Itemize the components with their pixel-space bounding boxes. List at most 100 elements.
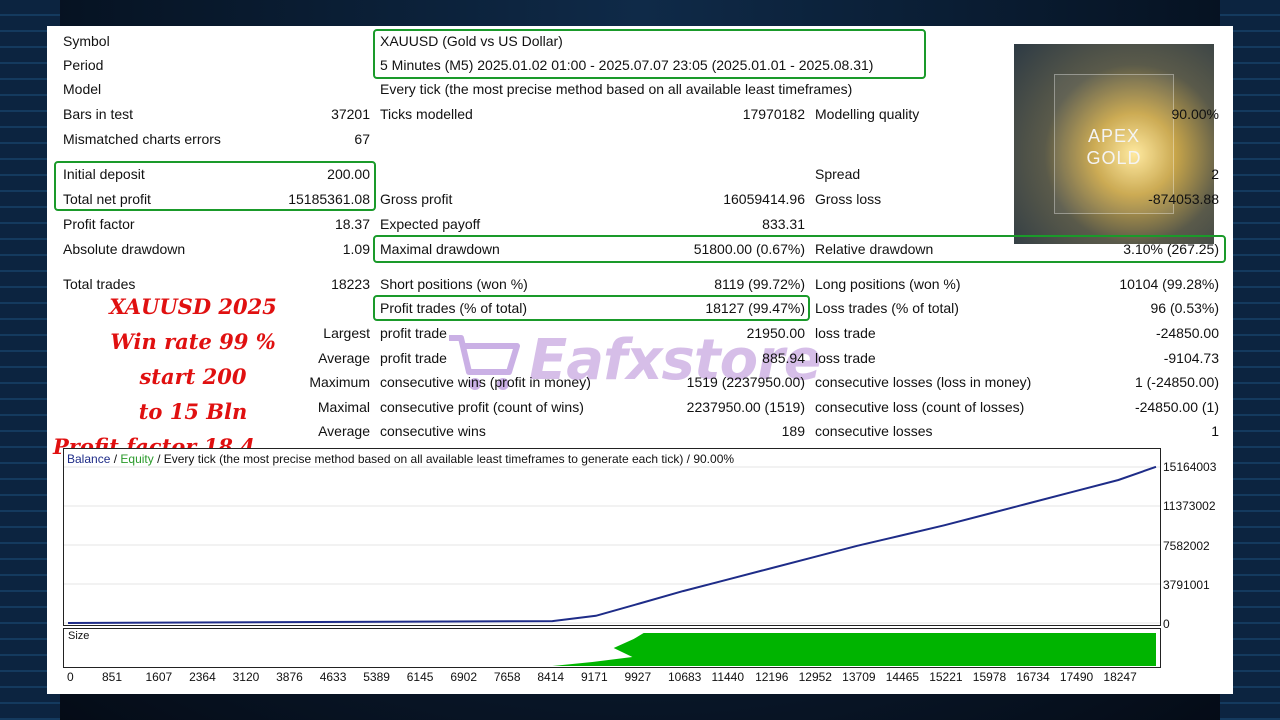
size-chart-frame bbox=[63, 628, 1161, 668]
label-profit-trades: Profit trades (% of total) bbox=[380, 300, 528, 316]
x-tick-label: 5389 bbox=[363, 670, 390, 684]
label-average-loss: loss trade bbox=[815, 350, 876, 366]
legend-balance: Balance bbox=[67, 452, 111, 466]
value-average-consecutive-losses: 1 bbox=[1211, 423, 1219, 439]
label-largest-profit: profit trade bbox=[380, 325, 447, 341]
label-expected-payoff: Expected payoff bbox=[380, 216, 481, 232]
value-maximum-wins: 1519 (2237950.00) bbox=[686, 374, 805, 390]
legend-equity: Equity bbox=[120, 452, 154, 466]
value-maximum-losses: 1 (-24850.00) bbox=[1134, 374, 1219, 390]
value-total-net-profit: 15185361.08 bbox=[288, 191, 370, 207]
x-tick-label: 18247 bbox=[1103, 670, 1137, 684]
label-loss-trades: Loss trades (% of total) bbox=[815, 300, 959, 316]
value-profit-factor: 18.37 bbox=[334, 216, 370, 232]
x-tick-label: 9927 bbox=[624, 670, 652, 684]
size-chart bbox=[552, 633, 1156, 666]
value-average-consecutive-wins: 189 bbox=[781, 423, 805, 439]
value-maximal-loss: -24850.00 (1) bbox=[1134, 399, 1219, 415]
value-initial-deposit: 200.00 bbox=[327, 166, 370, 182]
background-top-bar bbox=[0, 0, 1280, 26]
legend-description: / Every tick (the most precise method ba… bbox=[153, 452, 735, 466]
balance-chart bbox=[64, 465, 1160, 624]
x-tick-label: 3876 bbox=[276, 670, 303, 684]
value-long-positions: 10104 (99.28%) bbox=[1119, 276, 1219, 292]
value-spread: 2 bbox=[1211, 166, 1219, 182]
apex-gold-logo: APEX GOLD bbox=[1014, 44, 1214, 244]
promo-line-3: start 200 bbox=[139, 364, 247, 389]
x-tick-label: 14465 bbox=[885, 670, 920, 684]
x-tick-label: 4633 bbox=[319, 670, 347, 684]
value-gross-loss: -874053.88 bbox=[1148, 191, 1219, 207]
label-model: Model bbox=[63, 81, 102, 97]
balance-chart-frame bbox=[63, 448, 1161, 626]
value-short-positions: 8119 (99.72%) bbox=[714, 276, 805, 292]
x-tick-label: 16734 bbox=[1016, 670, 1050, 684]
label-mismatched: Mismatched charts errors bbox=[63, 131, 221, 147]
x-tick-label: 10683 bbox=[667, 670, 702, 684]
label-maximal-drawdown: Maximal drawdown bbox=[380, 241, 500, 257]
label-relative-drawdown: Relative drawdown bbox=[815, 241, 934, 257]
value-average-loss: -9104.73 bbox=[1163, 350, 1219, 366]
value-absolute-drawdown: 1.09 bbox=[342, 241, 370, 257]
label-symbol: Symbol bbox=[63, 33, 110, 49]
x-tick-label: 0 bbox=[67, 670, 74, 684]
value-maximal-profit: 2237950.00 (1519) bbox=[686, 399, 805, 415]
label-gross-profit: Gross profit bbox=[380, 191, 453, 207]
x-tick-label: 15978 bbox=[972, 670, 1007, 684]
legend-separator: / bbox=[110, 452, 121, 466]
value-period: 5 Minutes (M5) 2025.01.02 01:00 - 2025.0… bbox=[380, 57, 874, 73]
value-modelling-quality: 90.00% bbox=[1171, 106, 1219, 122]
x-tick-label: 851 bbox=[101, 670, 123, 684]
label-total-trades: Total trades bbox=[63, 276, 136, 292]
promo-line-4: to 15 Bln bbox=[138, 399, 248, 424]
label-period: Period bbox=[63, 57, 104, 73]
x-tick-label: 11440 bbox=[711, 670, 745, 684]
y-tick-label: 3791001 bbox=[1163, 578, 1210, 592]
label-profit-factor: Profit factor bbox=[63, 216, 135, 232]
label-average-consecutive-losses: consecutive losses bbox=[815, 423, 933, 439]
value-ticks-modelled: 17970182 bbox=[742, 106, 805, 122]
label-average-profit: profit trade bbox=[380, 350, 447, 366]
apex-logo-line1: APEX bbox=[1087, 126, 1141, 146]
x-tick-label: 6902 bbox=[450, 670, 478, 684]
x-tick-label: 15221 bbox=[929, 670, 963, 684]
y-tick-label: 0 bbox=[1163, 617, 1170, 631]
label-spread: Spread bbox=[815, 166, 861, 182]
value-largest-profit: 21950.00 bbox=[746, 325, 805, 341]
label-total-net-profit: Total net profit bbox=[63, 191, 151, 207]
value-mismatched: 67 bbox=[354, 131, 370, 147]
chart-legend: Balance / Equity / Every tick (the most … bbox=[67, 452, 734, 466]
promo-line-2: Win rate 99 % bbox=[110, 329, 276, 354]
value-total-trades: 18223 bbox=[331, 276, 370, 292]
x-tick-label: 6145 bbox=[406, 670, 434, 684]
value-average-profit: 885.94 bbox=[762, 350, 805, 366]
value-loss-trades: 96 (0.53%) bbox=[1150, 300, 1219, 316]
label-maximal-loss: consecutive loss (count of losses) bbox=[815, 399, 1025, 415]
label-maximal-profit: consecutive profit (count of wins) bbox=[380, 399, 584, 415]
strategy-tester-report: APEX GOLD Eafxstore Symbol XAUUSD (Gold … bbox=[47, 26, 1233, 694]
label-bars-in-test: Bars in test bbox=[63, 106, 134, 122]
value-model: Every tick (the most precise method base… bbox=[380, 81, 853, 97]
label-absolute-drawdown: Absolute drawdown bbox=[63, 241, 186, 257]
y-tick-label: 15164003 bbox=[1163, 460, 1217, 474]
size-panel-label: Size bbox=[68, 630, 90, 642]
value-profit-trades: 18127 (99.47%) bbox=[705, 300, 805, 316]
x-tick-label: 3120 bbox=[232, 670, 260, 684]
x-tick-label: 13709 bbox=[842, 670, 876, 684]
label-initial-deposit: Initial deposit bbox=[63, 166, 145, 182]
label-modelling-quality: Modelling quality bbox=[815, 106, 920, 122]
x-tick-label: 17490 bbox=[1059, 670, 1094, 684]
value-gross-profit: 16059414.96 bbox=[723, 191, 805, 207]
x-tick-label: 12196 bbox=[755, 670, 789, 684]
y-tick-label: 7582002 bbox=[1163, 539, 1210, 553]
value-symbol: XAUUSD (Gold vs US Dollar) bbox=[380, 33, 563, 49]
size-bars bbox=[552, 633, 1156, 666]
value-bars-in-test: 37201 bbox=[331, 106, 370, 122]
label-maximum-wins: consecutive wins (profit in money) bbox=[380, 374, 591, 390]
x-tick-label: 8414 bbox=[537, 670, 565, 684]
promo-line-1: XAUUSD 2025 bbox=[109, 294, 277, 319]
label-short-positions: Short positions (won %) bbox=[380, 276, 528, 292]
label-long-positions: Long positions (won %) bbox=[815, 276, 961, 292]
value-largest-loss: -24850.00 bbox=[1155, 325, 1219, 341]
label-largest-loss: loss trade bbox=[815, 325, 876, 341]
